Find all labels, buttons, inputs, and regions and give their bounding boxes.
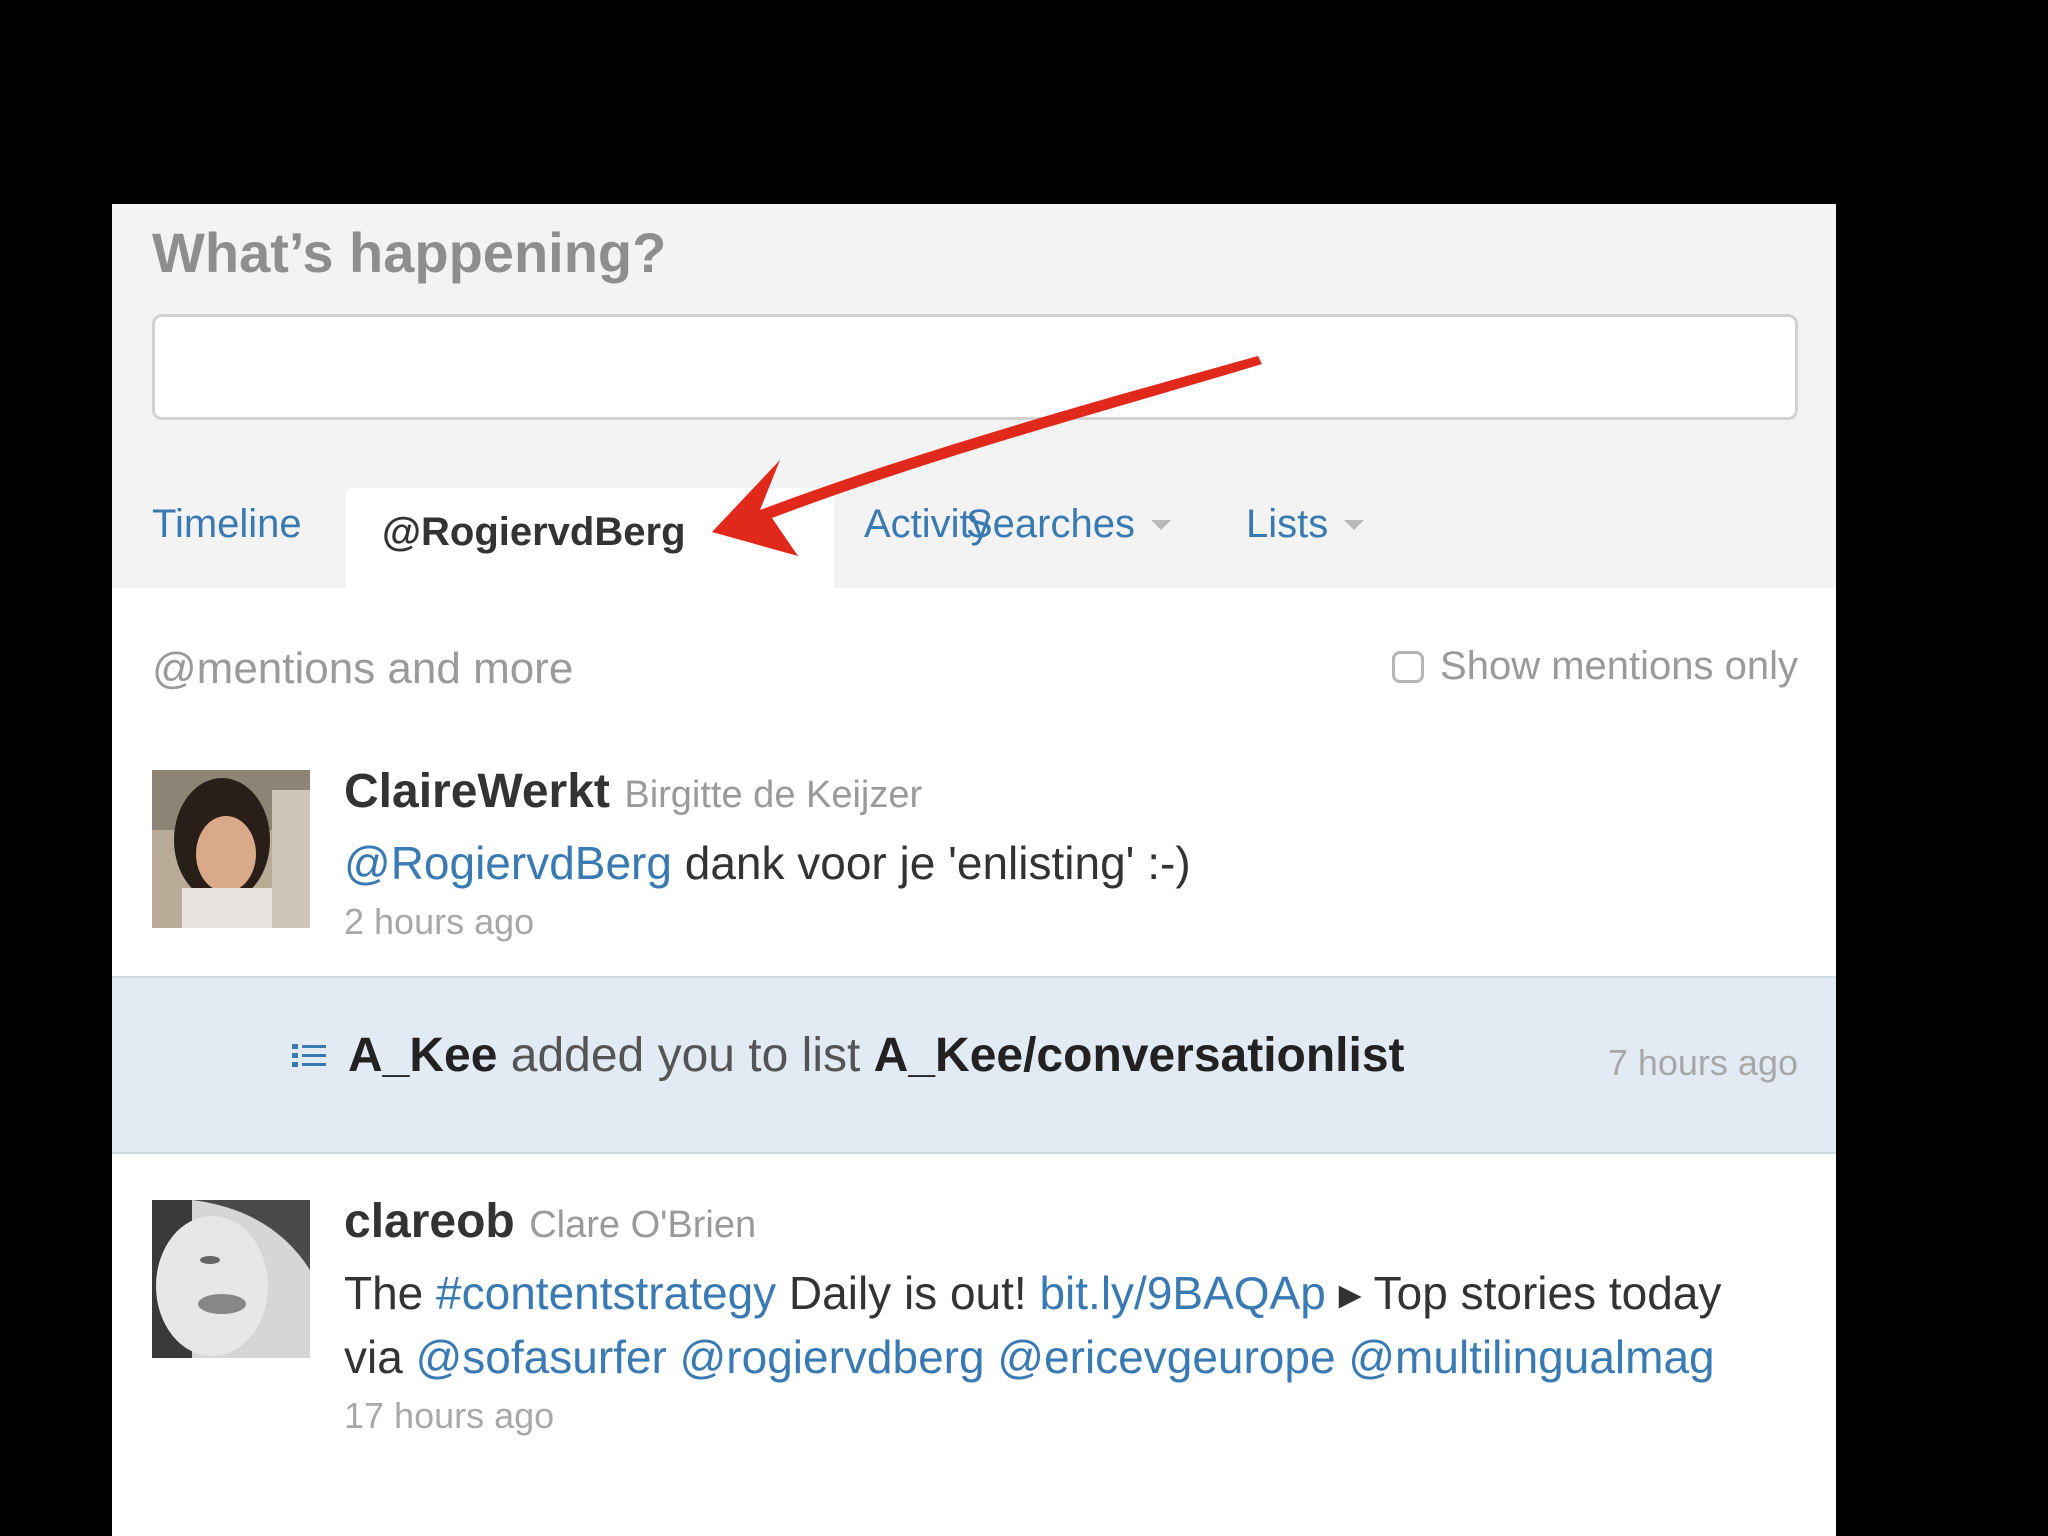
show-mentions-only-checkbox[interactable] bbox=[1392, 650, 1425, 683]
show-mentions-only-toggle[interactable]: Show mentions only bbox=[1392, 644, 1798, 689]
full-name: Birgitte de Keijzer bbox=[624, 774, 923, 816]
timestamp[interactable]: 2 hours ago bbox=[344, 901, 1776, 943]
composer: What’s happening? Timeline @RogiervdBerg… bbox=[112, 204, 1836, 588]
list-notice-list[interactable]: A_Kee/conversationlist bbox=[874, 1028, 1405, 1083]
tweet-text-part: The bbox=[344, 1267, 437, 1319]
tab-lists-label: Lists bbox=[1246, 502, 1329, 546]
tab-timeline-label: Timeline bbox=[152, 502, 302, 546]
tweet-input[interactable] bbox=[152, 314, 1798, 420]
hashtag-link[interactable]: #contentstrategy bbox=[436, 1267, 776, 1319]
composer-title: What’s happening? bbox=[152, 221, 667, 284]
chevron-down-icon bbox=[1150, 519, 1171, 530]
tab-timeline[interactable]: Timeline bbox=[152, 502, 302, 547]
mention-link[interactable]: @ericevgeurope bbox=[997, 1331, 1335, 1383]
tweet-text: @RogiervdBerg dank voor je 'enlisting' :… bbox=[344, 831, 1776, 895]
screen-name[interactable]: clareob bbox=[344, 1195, 515, 1248]
twitter-panel: What’s happening? Timeline @RogiervdBerg… bbox=[112, 204, 1836, 1536]
tab-searches[interactable]: Searches bbox=[966, 502, 1171, 547]
show-mentions-only-label: Show mentions only bbox=[1440, 644, 1798, 688]
tweet-body: clareob Clare O'Brien The #contentstrate… bbox=[344, 1194, 1776, 1437]
tab-searches-label: Searches bbox=[966, 502, 1135, 546]
tab-mentions-label: @RogiervdBerg bbox=[382, 510, 686, 554]
list-notice-text: A_Kee added you to list A_Kee/conversati… bbox=[292, 1028, 1405, 1083]
tweet-text-part: Daily is out! bbox=[776, 1267, 1040, 1319]
timestamp[interactable]: 17 hours ago bbox=[344, 1395, 1776, 1437]
tweet-text: The #contentstrategy Daily is out! bit.l… bbox=[344, 1261, 1776, 1389]
list-notice-time: 7 hours ago bbox=[1607, 1042, 1798, 1083]
full-name: Clare O'Brien bbox=[529, 1204, 757, 1246]
mention-link[interactable]: @rogiervdberg bbox=[680, 1331, 985, 1383]
chevron-down-icon bbox=[1344, 519, 1365, 530]
mention-link[interactable]: @RogiervdBerg bbox=[344, 837, 672, 889]
avatar[interactable] bbox=[152, 770, 310, 928]
tweet-text-body: dank voor je 'enlisting' :-) bbox=[671, 837, 1191, 889]
tab-mentions[interactable]: @RogiervdBerg bbox=[346, 488, 834, 588]
mention-link[interactable]: @sofasurfer bbox=[416, 1331, 667, 1383]
url-link[interactable]: bit.ly/9BAQAp bbox=[1039, 1267, 1325, 1319]
screen-name[interactable]: ClaireWerkt bbox=[344, 765, 610, 818]
list-notice: A_Kee added you to list A_Kee/conversati… bbox=[112, 976, 1836, 1154]
list-notice-middle: added you to list bbox=[497, 1029, 874, 1082]
mention-link[interactable]: @multilingualmag bbox=[1348, 1331, 1714, 1383]
list-notice-user[interactable]: A_Kee bbox=[348, 1028, 497, 1083]
tweet-body: ClaireWerkt Birgitte de Keijzer @Rogierv… bbox=[344, 764, 1776, 943]
mentions-header: @mentions and more bbox=[152, 644, 574, 693]
list-icon bbox=[292, 1043, 326, 1067]
tab-lists[interactable]: Lists bbox=[1246, 502, 1365, 547]
avatar[interactable] bbox=[152, 1200, 310, 1358]
